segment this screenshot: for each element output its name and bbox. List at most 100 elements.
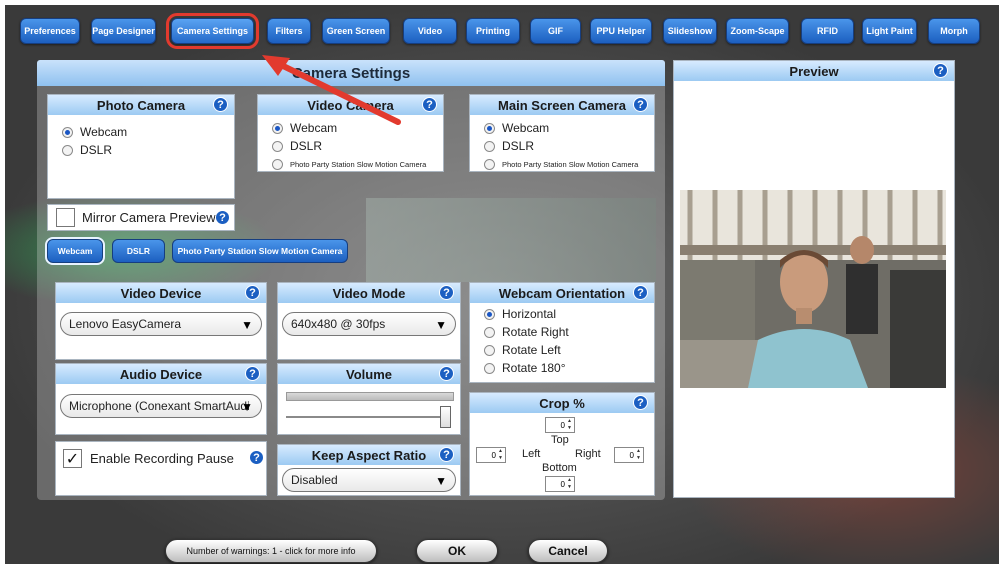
main-screen-camera-title: Main Screen Camera [498,97,626,113]
recording-pause-label: Enable Recording Pause [90,451,234,466]
radio-selected-icon [62,126,73,138]
crop-left-input[interactable]: 0 [476,447,506,463]
mirror-preview-checkbox[interactable]: Mirror Camera Preview ? [47,204,235,231]
option-label: Photo Party Station Slow Motion Camera [290,159,427,169]
camera-tab-dslr[interactable]: DSLR [112,239,165,263]
radio-icon [272,158,283,170]
tab-page-designer[interactable]: Page Designer [91,18,156,44]
orientation-rotate-left-option[interactable]: Rotate Left [470,341,654,359]
audio-device-value: Microphone (Conexant SmartAudi [69,399,250,413]
webcam-orientation-title: Webcam Orientation [498,285,626,301]
crop-right-input[interactable]: 0 [614,447,644,463]
tab-green-screen[interactable]: Green Screen [322,18,390,44]
keep-aspect-value: Disabled [291,473,338,487]
tab-gif[interactable]: GIF [530,18,581,44]
tab-camera-settings[interactable]: Camera Settings [166,13,259,49]
crop-header: Crop % ? [470,393,654,413]
main-screen-slowmo-option[interactable]: Photo Party Station Slow Motion Camera [470,155,654,173]
tab-slideshow[interactable]: Slideshow [663,18,717,44]
checkbox-checked-icon[interactable]: ✓ [63,449,82,468]
option-label: Webcam [290,121,338,135]
video-camera-header: Video Camera ? [258,95,443,115]
video-mode-value: 640x480 @ 30fps [291,317,386,331]
warnings-button[interactable]: Number of warnings: 1 - click for more i… [165,539,377,563]
main-screen-camera-header: Main Screen Camera ? [470,95,654,115]
video-camera-slowmo-option[interactable]: Photo Party Station Slow Motion Camera [258,155,443,173]
main-screen-webcam-option[interactable]: Webcam [470,119,654,137]
option-label: Photo Party Station Slow Motion Camera [502,159,639,169]
orientation-rotate-right-option[interactable]: Rotate Right [470,323,654,341]
help-icon[interactable]: ? [439,366,454,381]
photo-camera-dslr-option[interactable]: DSLR [48,141,234,159]
video-device-value: Lenovo EasyCamera [69,317,182,331]
help-icon[interactable]: ? [245,366,260,381]
help-icon[interactable]: ? [633,97,648,112]
checkbox-empty-icon[interactable] [56,208,75,227]
help-icon[interactable]: ? [633,395,648,410]
radio-selected-icon [272,122,283,134]
ok-button[interactable]: OK [416,539,498,563]
camera-tab-slowmo[interactable]: Photo Party Station Slow Motion Camera [172,239,348,263]
tab-morph[interactable]: Morph [928,18,980,44]
help-icon[interactable]: ? [245,285,260,300]
tab-preferences[interactable]: Preferences [20,18,80,44]
chevron-down-icon: ▼ [435,318,447,332]
video-camera-webcam-option[interactable]: Webcam [258,119,443,137]
tab-light-paint[interactable]: Light Paint [862,18,917,44]
audio-device-select[interactable]: Microphone (Conexant SmartAudi ▼ [60,394,262,418]
volume-header: Volume ? [278,364,460,384]
option-label: Webcam [502,121,550,135]
chevron-down-icon: ▼ [241,318,253,332]
tab-video[interactable]: Video [403,18,457,44]
help-icon[interactable]: ? [249,450,264,465]
volume-level-bar [286,392,454,401]
tab-filters[interactable]: Filters [267,18,311,44]
help-icon[interactable]: ? [422,97,437,112]
help-icon[interactable]: ? [933,63,948,78]
volume-title: Volume [346,366,392,382]
main-screen-dslr-option[interactable]: DSLR [470,137,654,155]
option-label: DSLR [80,143,113,157]
help-icon[interactable]: ? [439,447,454,462]
crop-top-label: Top [551,434,569,446]
crop-bottom-input[interactable]: 0 [545,476,575,492]
option-label: DSLR [290,139,323,153]
help-icon[interactable]: ? [213,97,228,112]
photo-camera-webcam-option[interactable]: Webcam [48,123,234,141]
option-label: Rotate Left [502,343,561,357]
preview-header: Preview ? [674,61,954,81]
video-camera-dslr-option[interactable]: DSLR [258,137,443,155]
orientation-horizontal-option[interactable]: Horizontal [470,305,654,323]
panel-background-image [366,198,656,282]
tab-printing[interactable]: Printing [466,18,520,44]
cancel-button[interactable]: Cancel [528,539,608,563]
recording-pause-group: ✓ Enable Recording Pause ? [55,441,267,496]
crop-top-input[interactable]: 0 [545,417,575,433]
video-device-header: Video Device ? [56,283,266,303]
help-icon[interactable]: ? [633,285,648,300]
option-label: Rotate Right [502,325,569,339]
video-camera-group: Video Camera ? Webcam DSLR Photo Party S… [257,94,444,172]
tab-ppu-helper[interactable]: PPU Helper [590,18,652,44]
camera-tab-webcam[interactable]: Webcam [45,237,105,265]
mirror-preview-label: Mirror Camera Preview [82,210,216,225]
video-camera-title: Video Camera [307,97,394,113]
radio-selected-icon [484,122,495,134]
recording-pause-checkbox[interactable]: ✓ Enable Recording Pause [63,449,234,468]
volume-group: Volume ? [277,363,461,435]
keep-aspect-title: Keep Aspect Ratio [311,447,427,463]
video-device-select[interactable]: Lenovo EasyCamera ▼ [60,312,262,336]
option-label: Rotate 180° [502,361,566,375]
tab-rfid[interactable]: RFID [801,18,854,44]
orientation-rotate-180-option[interactable]: Rotate 180° [470,359,654,377]
radio-selected-icon [484,308,495,320]
help-icon[interactable]: ? [439,285,454,300]
webcam-orientation-header: Webcam Orientation ? [470,283,654,303]
volume-slider-track[interactable] [286,416,448,418]
video-mode-select[interactable]: 640x480 @ 30fps ▼ [282,312,456,336]
help-icon[interactable]: ? [215,210,230,225]
camera-preview-scene [680,190,946,388]
volume-slider-handle[interactable] [440,406,451,428]
tab-zoom-scape[interactable]: Zoom-Scape [726,18,789,44]
keep-aspect-select[interactable]: Disabled ▼ [282,468,456,492]
